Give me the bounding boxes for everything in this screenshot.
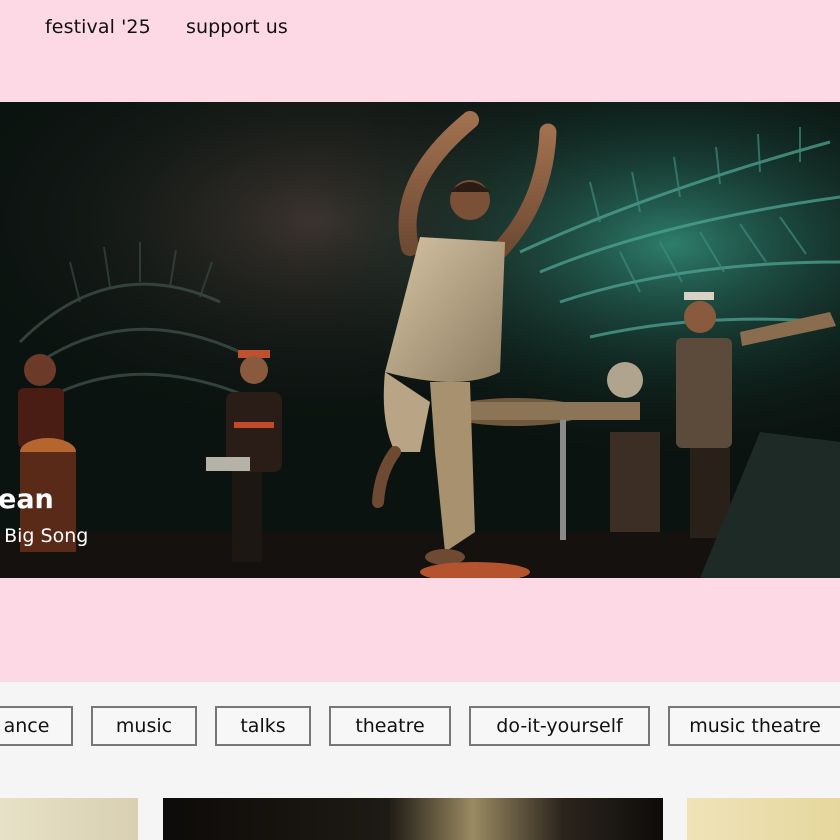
hero-title[interactable]: cean	[0, 484, 54, 515]
hero-banner[interactable]: cean d Big Song	[0, 102, 840, 578]
hero-subtitle: d Big Song	[0, 525, 89, 547]
filter-chip-music[interactable]: music	[91, 706, 197, 746]
event-card-thumbnail[interactable]	[687, 798, 840, 840]
event-card-thumbnail[interactable]	[0, 798, 138, 840]
event-card-row	[0, 798, 840, 840]
hero-photo	[0, 102, 840, 578]
category-filter-bar: ance music talks theatre do-it-yourself …	[0, 706, 840, 750]
nav-link-festival[interactable]: festival '25	[45, 16, 151, 38]
filter-chip-theatre[interactable]: theatre	[329, 706, 451, 746]
event-card-thumbnail[interactable]	[163, 798, 663, 840]
filter-chip-talks[interactable]: talks	[215, 706, 311, 746]
header-band: l festival '25 support us	[0, 0, 840, 682]
filter-chip-do-it-yourself[interactable]: do-it-yourself	[469, 706, 650, 746]
nav-link-partial[interactable]: l	[0, 16, 1, 38]
nav-link-support-us[interactable]: support us	[186, 16, 288, 38]
filter-chip-music-theatre[interactable]: music theatre	[668, 706, 840, 746]
filter-chip-dance[interactable]: ance	[0, 706, 73, 746]
